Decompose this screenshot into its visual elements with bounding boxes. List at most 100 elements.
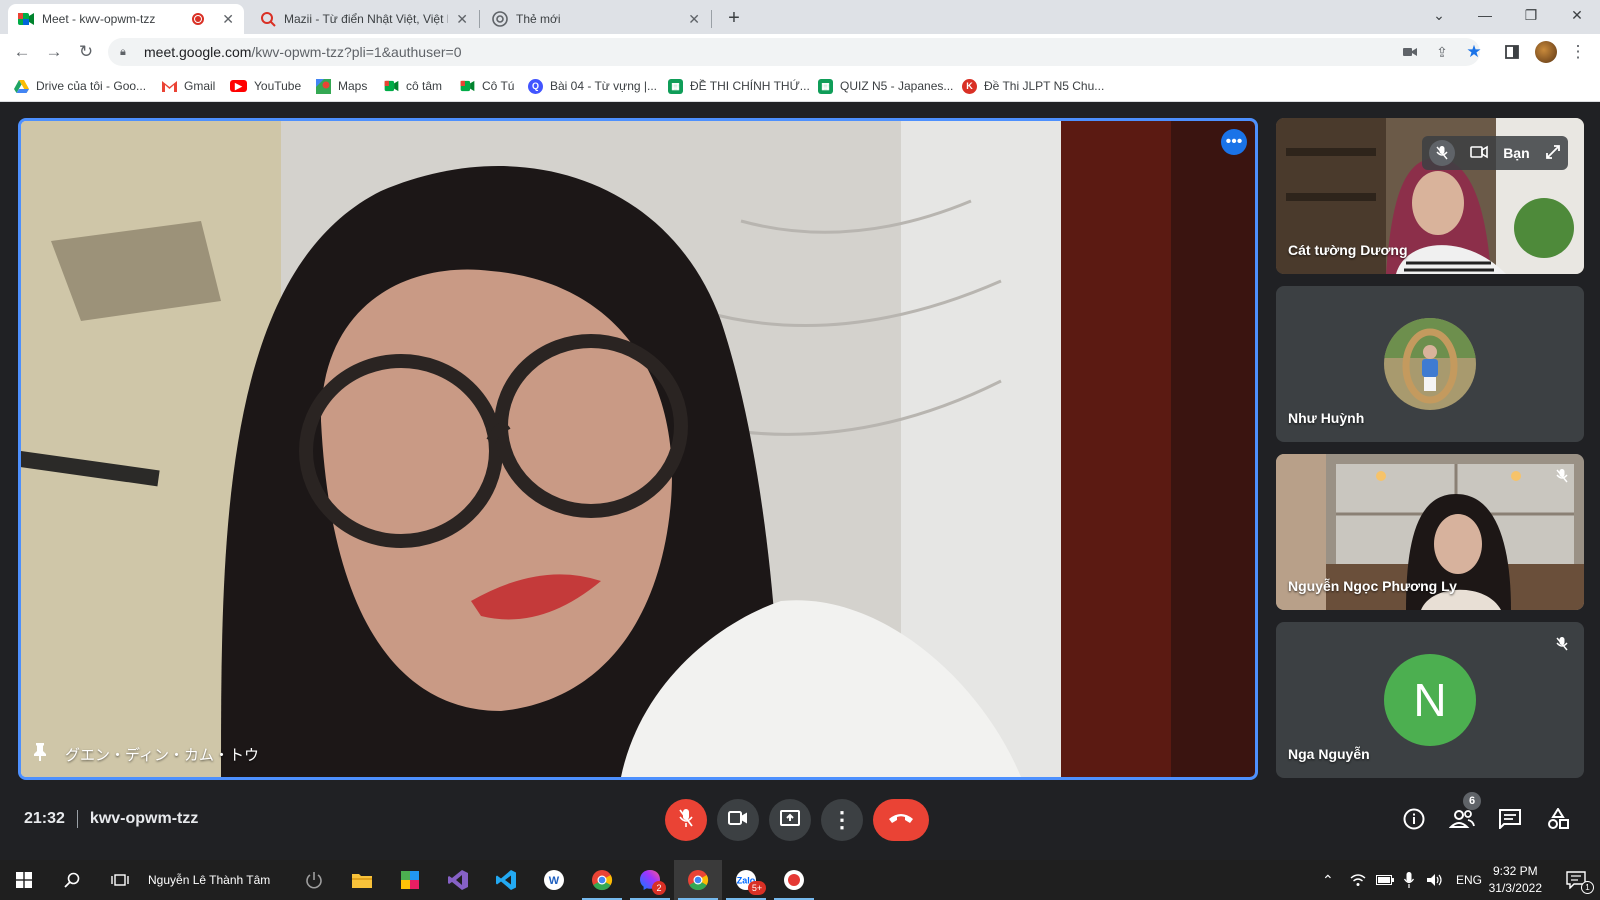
people-button[interactable]: 6	[1447, 792, 1481, 836]
chrome-menu-icon[interactable]: ⋮	[1566, 40, 1590, 64]
chrome-taskbar-icon-active[interactable]	[674, 860, 722, 900]
avatar	[1384, 318, 1476, 410]
search-icon[interactable]	[48, 860, 96, 900]
sheets-icon: ▦	[818, 78, 833, 94]
battery-icon[interactable]	[1376, 860, 1394, 900]
power-icon[interactable]	[290, 860, 338, 900]
divider	[76, 810, 78, 828]
notification-count-badge: 1	[1581, 881, 1594, 894]
present-screen-button[interactable]	[769, 799, 811, 841]
participant-tile-phuong-ly[interactable]: Nguyễn Ngọc Phương Ly	[1276, 454, 1584, 610]
system-clock[interactable]: 9:32 PM 31/3/2022	[1489, 863, 1542, 897]
meet-icon	[384, 79, 399, 94]
screen-recorder-icon[interactable]	[770, 860, 818, 900]
forward-icon[interactable]: →	[42, 40, 66, 64]
reload-icon[interactable]: ↻	[74, 40, 98, 64]
restore-icon[interactable]: ❐	[1508, 0, 1554, 30]
more-options-button[interactable]: ⋮	[821, 799, 863, 841]
tab-search-icon[interactable]: ⌄	[1416, 0, 1462, 30]
windows-start-icon[interactable]	[0, 860, 48, 900]
bookmark-quiz-n5[interactable]: ▦ QUIZ N5 - Japanes...	[818, 76, 953, 96]
action-center-icon[interactable]: 1	[1552, 860, 1600, 900]
close-tab-icon[interactable]: ✕	[456, 11, 468, 28]
expand-icon[interactable]	[1545, 144, 1561, 163]
profile-avatar[interactable]	[1534, 40, 1558, 64]
bookmark-drive[interactable]: Drive của tôi - Goo...	[14, 76, 146, 96]
microphone-icon[interactable]	[1404, 860, 1414, 900]
word-app-icon[interactable]: W	[530, 860, 578, 900]
bookmark-de-thi[interactable]: ▦ ĐỀ THI CHÍNH THỨ...	[668, 76, 810, 96]
file-explorer-icon[interactable]	[338, 860, 386, 900]
new-tab-button[interactable]: +	[722, 6, 746, 30]
address-bar[interactable]: 🔒︎ meet.google.com/kwv-opwm-tzz?pli=1&au…	[108, 38, 1480, 66]
main-speaker-name: グエン・ディン・カム・トウ	[33, 743, 259, 765]
share-icon[interactable]: ⇪	[1430, 40, 1454, 64]
bookmark-gmail[interactable]: Gmail	[162, 76, 215, 96]
camera-toggle-button[interactable]	[717, 799, 759, 841]
mic-toggle-button[interactable]	[665, 799, 707, 841]
tile-more-options-icon[interactable]: •••	[1221, 129, 1247, 155]
input-language[interactable]: ENG	[1456, 860, 1482, 900]
task-view-icon[interactable]	[96, 860, 144, 900]
vscode-icon[interactable]	[482, 860, 530, 900]
participant-tile-nga-nguyen[interactable]: N Nga Nguyễn	[1276, 622, 1584, 778]
drive-icon	[14, 79, 29, 94]
bookmark-co-tu[interactable]: Cô Tú	[460, 76, 514, 96]
meeting-details: 21:32 kwv-opwm-tzz	[24, 810, 198, 828]
bookmark-co-tam[interactable]: cô tâm	[384, 76, 442, 96]
bookmark-bai-04[interactable]: Q Bài 04 - Từ vựng |...	[528, 76, 657, 96]
tab-separator	[479, 10, 480, 28]
end-call-icon	[888, 811, 914, 829]
maps-icon	[316, 78, 331, 94]
show-hidden-icons-icon[interactable]: ⌃	[1322, 860, 1334, 900]
camera-icon[interactable]	[1470, 145, 1489, 162]
activities-icon	[1547, 806, 1569, 835]
mic-off-icon[interactable]	[1429, 140, 1456, 166]
activities-button[interactable]	[1543, 806, 1573, 836]
more-vert-icon: ⋮	[831, 807, 853, 832]
close-window-icon[interactable]: ✕	[1554, 0, 1600, 30]
close-tab-icon[interactable]: ✕	[222, 11, 234, 28]
volume-icon[interactable]	[1426, 860, 1444, 900]
meet-icon	[460, 79, 475, 94]
main-speaker-video	[21, 121, 1255, 777]
main-speaker-tile[interactable]: ••• グエン・ディン・カム・トウ	[18, 118, 1258, 780]
minimize-icon[interactable]: —	[1462, 0, 1508, 30]
self-label: Bạn	[1503, 145, 1530, 161]
participant-name: Cát tường Dương	[1288, 242, 1408, 258]
close-tab-icon[interactable]: ✕	[688, 11, 700, 28]
bookmark-star-icon[interactable]: ★	[1462, 40, 1486, 64]
jlpt-icon: K	[962, 78, 977, 94]
bookmark-youtube[interactable]: ▶ YouTube	[230, 76, 301, 96]
clock-date: 31/3/2022	[1488, 881, 1542, 895]
youtube-icon: ▶	[230, 80, 247, 92]
quizlet-icon: Q	[528, 78, 543, 94]
people-icon	[1448, 809, 1475, 834]
mic-off-icon	[1552, 466, 1572, 486]
participant-tile-nhu-huynh[interactable]: Như Huỳnh	[1276, 286, 1584, 442]
tab-new[interactable]: Thẻ mới ✕	[482, 4, 710, 34]
tab-mazii[interactable]: Mazii - Từ điển Nhật Việt, Việt Nh ✕	[250, 4, 478, 34]
participant-tile-self[interactable]: Bạn Cát tường Dương	[1276, 118, 1584, 274]
messenger-icon[interactable]: 2	[626, 860, 674, 900]
side-panel-icon[interactable]	[1500, 40, 1524, 64]
back-icon[interactable]: ←	[10, 40, 34, 64]
wifi-icon[interactable]	[1350, 860, 1366, 900]
tab-meet[interactable]: Meet - kwv-opwm-tzz ✕	[8, 4, 244, 34]
info-icon	[1403, 808, 1425, 835]
camera-in-use-icon[interactable]	[1398, 40, 1422, 64]
chrome-taskbar-icon[interactable]	[578, 860, 626, 900]
taskbar-user-label[interactable]: Nguyễn Lê Thành Tâm	[148, 860, 270, 900]
visual-studio-icon[interactable]	[434, 860, 482, 900]
chat-icon	[1499, 808, 1521, 834]
puzzle-app-icon[interactable]	[386, 860, 434, 900]
url-path: /kwv-opwm-tzz?pli=1&authuser=0	[251, 44, 462, 60]
bookmark-maps[interactable]: Maps	[316, 76, 367, 96]
browser-toolbar: ← → ↻ 🔒︎ meet.google.com/kwv-opwm-tzz?pl…	[0, 34, 1600, 70]
zalo-icon[interactable]: Zalo 5+	[722, 860, 770, 900]
chat-button[interactable]	[1495, 806, 1525, 836]
bookmark-jlpt[interactable]: K Đề Thi JLPT N5 Chu...	[962, 76, 1104, 96]
gmail-icon	[162, 79, 177, 94]
leave-call-button[interactable]	[873, 799, 929, 841]
meeting-details-button[interactable]	[1399, 806, 1429, 836]
